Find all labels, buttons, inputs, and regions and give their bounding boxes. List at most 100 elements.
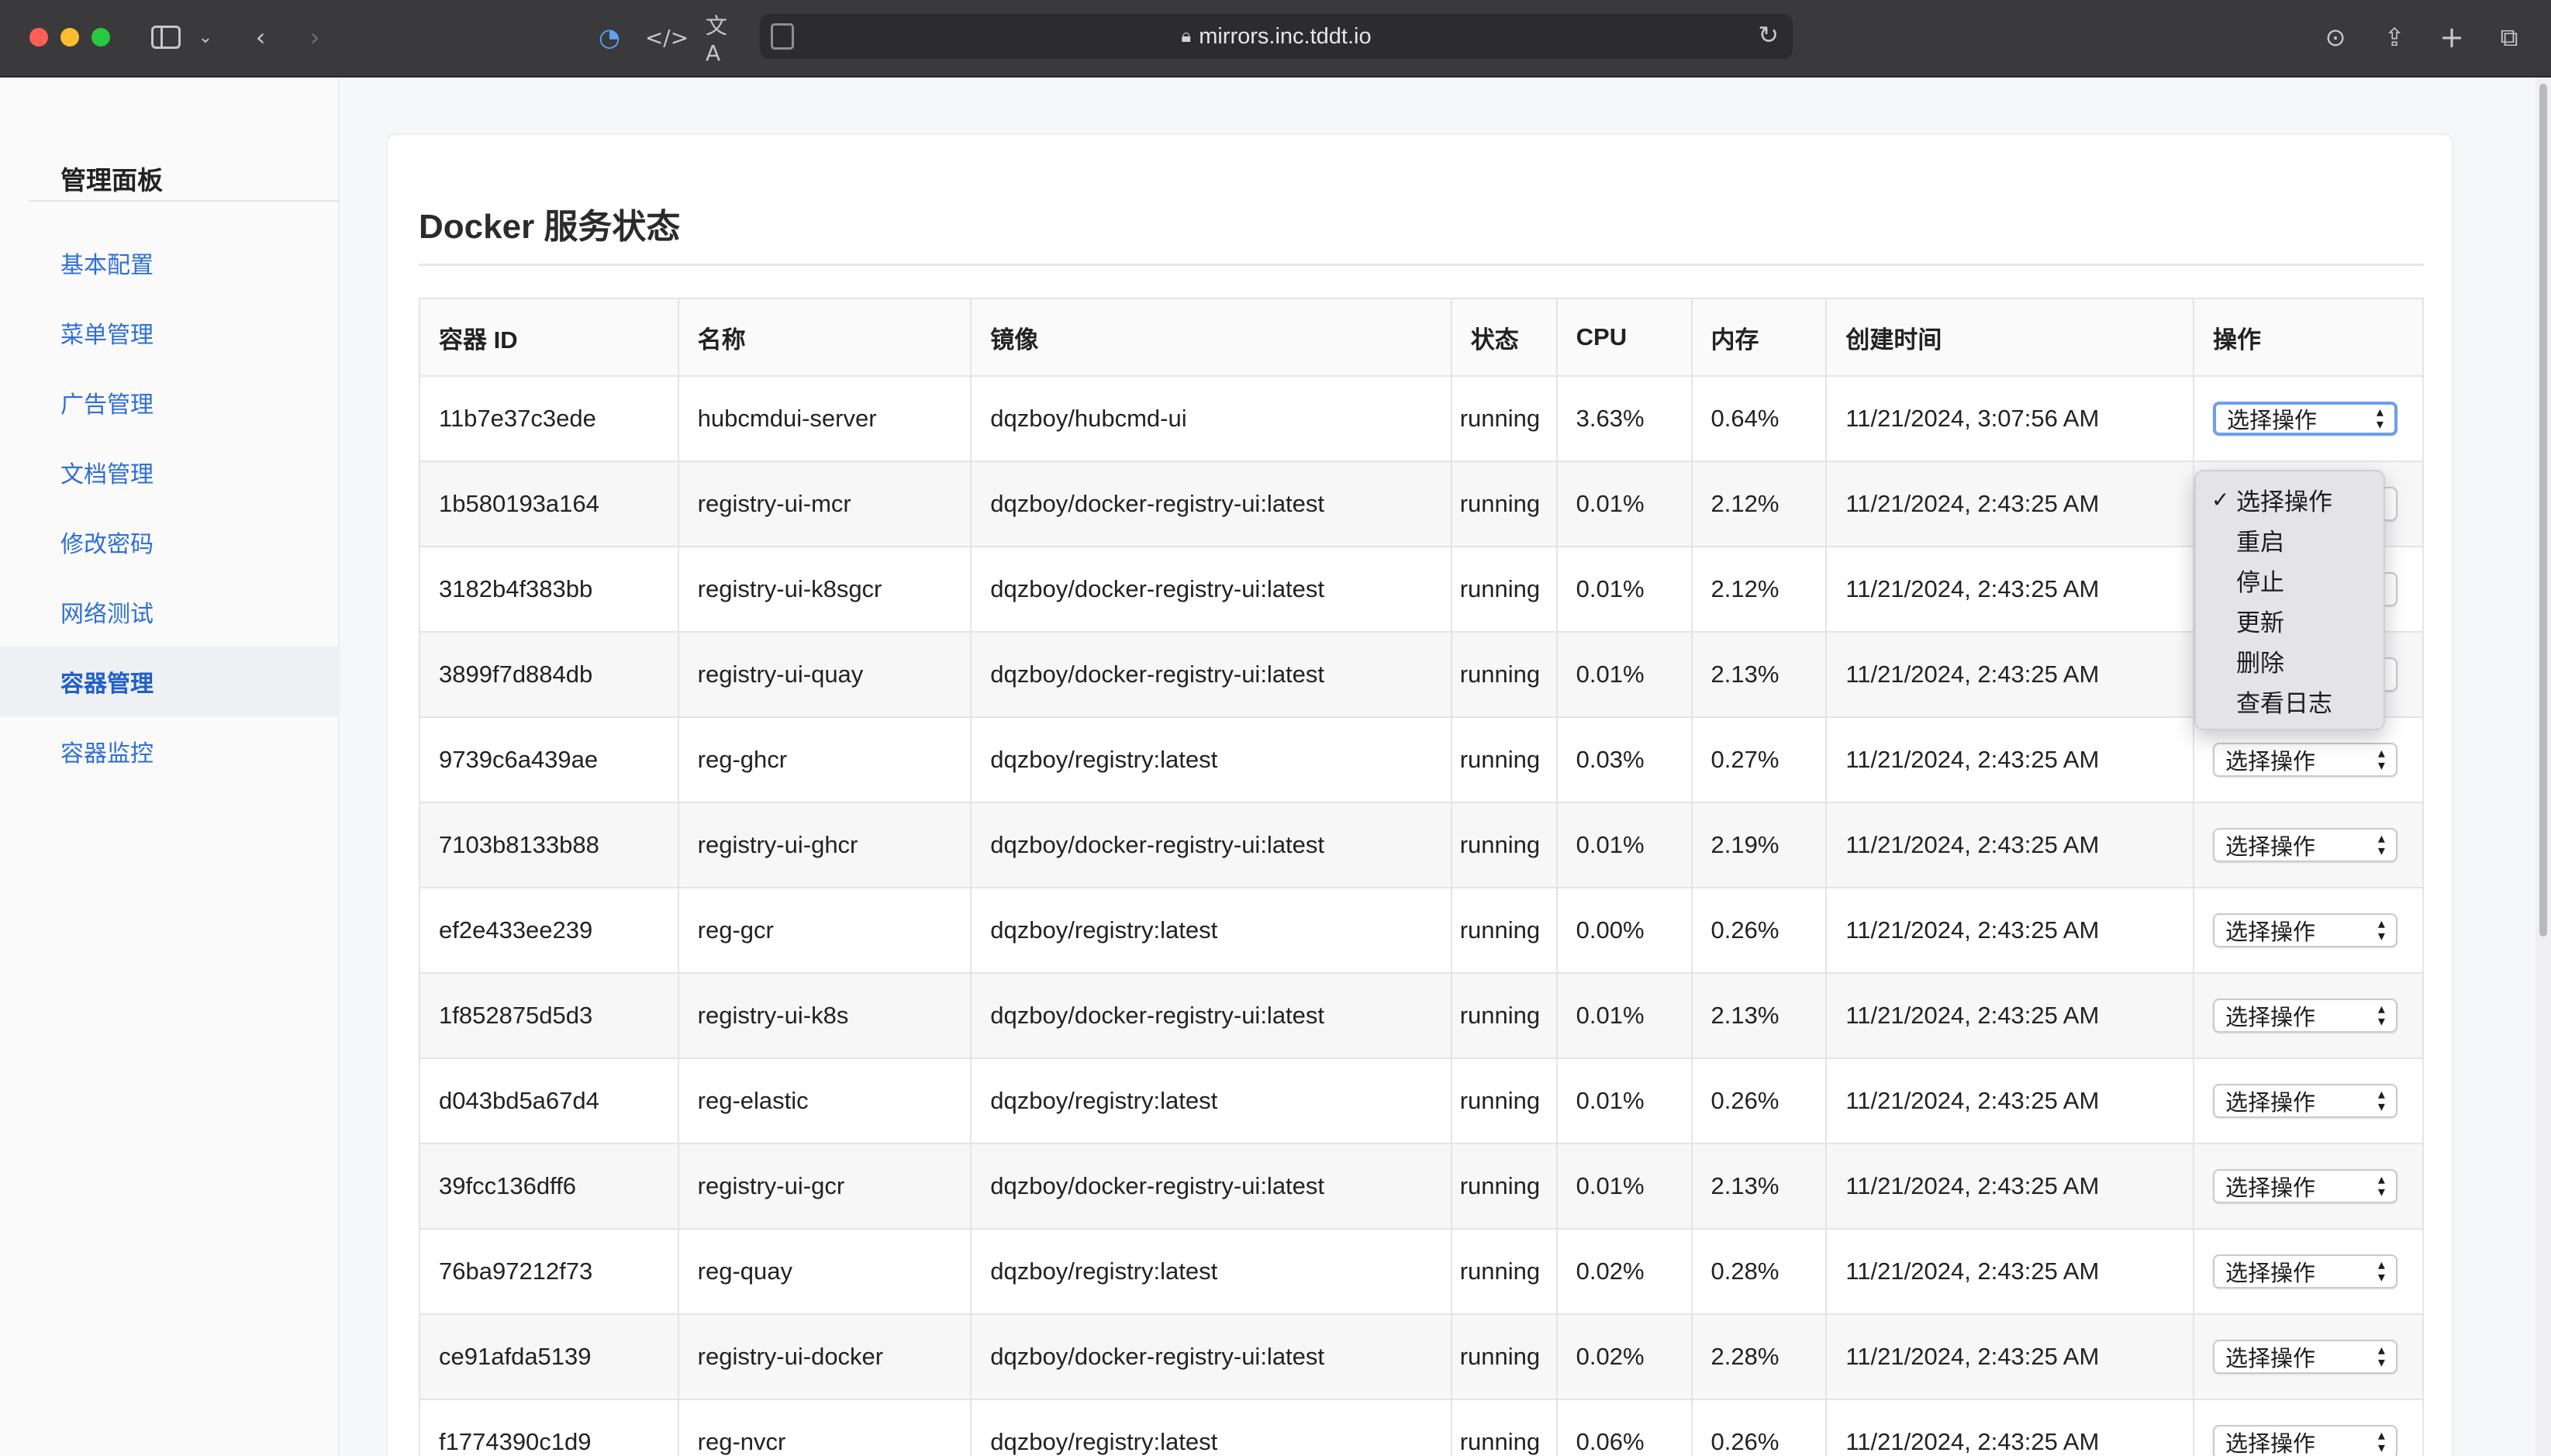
- name-cell: hubcmdui-server: [677, 375, 972, 462]
- select-arrows-icon: ▴▾: [2377, 745, 2385, 774]
- sidebar-item[interactable]: 网络测试: [0, 577, 340, 647]
- dropdown-option-label: 查看日志: [2236, 689, 2332, 717]
- name-cell: registry-ui-ghcr: [677, 802, 972, 888]
- dropdown-option-label: 停止: [2236, 568, 2284, 596]
- admin-sidebar: 管理面板 基本配置 菜单管理 广告管理 文档管理 修改密码 网络测试 容器管理 容器监控: [0, 78, 340, 1456]
- action-select[interactable]: 选择操作 ▴▾: [2212, 913, 2397, 947]
- image-cell: dqzboy/hubcmd-ui: [970, 375, 1452, 462]
- sidebar-item[interactable]: 基本配置: [0, 228, 340, 298]
- table-row: 3182b4f383bb registry-ui-k8sgcr dqzboy/doc…: [419, 546, 2425, 633]
- dropdown-option[interactable]: 重启: [2196, 519, 2384, 560]
- status-cell: running: [1450, 1399, 1558, 1456]
- sidebar-item[interactable]: 菜单管理: [0, 298, 340, 367]
- sidebar-item[interactable]: 文档管理: [0, 437, 340, 507]
- chevron-left-icon[interactable]: ‹: [247, 20, 274, 54]
- dropdown-option[interactable]: 删除: [2196, 640, 2384, 681]
- close-window-button[interactable]: [29, 28, 48, 47]
- sidebar-item[interactable]: 容器监控: [0, 716, 340, 786]
- checkmark-icon: ✓: [2211, 486, 2230, 512]
- action-select[interactable]: 选择操作 ▴▾: [2212, 743, 2397, 777]
- memory-cell: 0.26%: [1690, 1057, 1828, 1144]
- container-id-cell: ce91afda5139: [419, 1313, 679, 1400]
- dropdown-option[interactable]: ✓ 选择操作: [2196, 479, 2384, 519]
- table-row: 1b580193a164 registry-ui-mcr dqzboy/docker…: [419, 461, 2425, 547]
- image-cell: dqzboy/docker-registry-ui:latest: [970, 1143, 1452, 1230]
- sidebar-item[interactable]: 广告管理: [0, 367, 340, 437]
- select-arrows-icon: ▴▾: [2377, 1086, 2385, 1115]
- memory-cell: 2.28%: [1690, 1313, 1828, 1400]
- table-row: 3899f7d884db registry-ui-quay dqzboy/docke…: [419, 631, 2425, 718]
- name-cell: reg-nvcr: [677, 1399, 972, 1456]
- cpu-cell: 0.01%: [1555, 631, 1693, 718]
- actions-cell: 选择操作 ▴▾: [2192, 1399, 2425, 1456]
- action-select[interactable]: 选择操作 ▴▾: [2212, 1084, 2397, 1118]
- dropdown-option-label: 更新: [2236, 609, 2284, 637]
- actions-cell: 选择操作 ▴▾: [2192, 1143, 2425, 1230]
- name-cell: registry-ui-gcr: [677, 1143, 972, 1230]
- containers-table: 容器 ID 名称 镜像 状态 CPU 内存 创建时间 操作 11b7e37c3ede hubcm…: [419, 298, 2425, 1456]
- share-icon[interactable]: ⇪: [2377, 20, 2411, 54]
- url-text: mirrors.inc.tddt.io: [1199, 23, 1372, 49]
- action-select[interactable]: 选择操作 ▴▾: [2212, 1169, 2397, 1203]
- sidebar-item[interactable]: 修改密码: [0, 507, 340, 577]
- image-cell: dqzboy/registry:latest: [970, 1228, 1452, 1315]
- memory-cell: 2.13%: [1690, 631, 1828, 718]
- cpu-cell: 3.63%: [1555, 375, 1693, 462]
- translate-icon[interactable]: 文A: [706, 13, 740, 66]
- cpu-cell: 0.01%: [1555, 1057, 1693, 1144]
- action-select[interactable]: 选择操作 ▴▾: [2212, 999, 2397, 1033]
- lock-icon: 🔒︎: [1181, 26, 1192, 47]
- sidebar-icon[interactable]: [149, 20, 183, 54]
- chevron-right-icon[interactable]: ›: [301, 20, 329, 54]
- sidebar-item[interactable]: 容器管理: [0, 647, 340, 716]
- table-row: 9739c6a439ae reg-ghcr dqzboy/registry:late…: [419, 716, 2425, 803]
- plus-icon[interactable]: +: [2435, 20, 2469, 54]
- select-arrows-icon: ▴▾: [2377, 1001, 2385, 1030]
- cpu-cell: 0.02%: [1555, 1228, 1693, 1315]
- dropdown-option[interactable]: 查看日志: [2196, 681, 2384, 721]
- action-select[interactable]: 选择操作 ▴▾: [2212, 1254, 2397, 1289]
- created-cell: 11/21/2024, 2:43:25 AM: [1825, 802, 2194, 888]
- image-cell: dqzboy/registry:latest: [970, 716, 1452, 803]
- table-row: ef2e433ee239 reg-gcr dqzboy/registry:lates…: [419, 887, 2425, 974]
- sidebar-title: 管理面板: [60, 166, 163, 195]
- created-cell: 11/21/2024, 2:43:25 AM: [1825, 1313, 2194, 1400]
- action-select[interactable]: 选择操作 ▴▾: [2212, 402, 2397, 436]
- container-id-cell: 39fcc136dff6: [419, 1143, 679, 1230]
- actions-cell: 选择操作 ▴▾: [2192, 802, 2425, 888]
- code-icon[interactable]: </>: [645, 20, 689, 54]
- container-id-cell: 3182b4f383bb: [419, 546, 679, 633]
- dropdown-option[interactable]: 更新: [2196, 600, 2384, 640]
- action-select-label: 选择操作: [2225, 1091, 2315, 1116]
- container-id-cell: d043bd5a67d4: [419, 1057, 679, 1144]
- reader-icon[interactable]: [771, 23, 794, 50]
- action-select-label: 选择操作: [2225, 1432, 2315, 1456]
- status-cell: running: [1450, 887, 1558, 974]
- action-select-label: 选择操作: [2225, 1006, 2315, 1030]
- reload-icon[interactable]: ↻: [1758, 20, 1779, 50]
- tabs-overview-icon[interactable]: ⧉: [2492, 20, 2526, 54]
- page-scrollbar[interactable]: [2535, 78, 2551, 1456]
- address-bar[interactable]: 🔒︎ mirrors.inc.tddt.io ↻: [760, 14, 1793, 59]
- cpu-cell: 0.06%: [1555, 1399, 1693, 1456]
- download-icon[interactable]: ⊙: [2318, 20, 2353, 54]
- status-cell: running: [1450, 1057, 1558, 1144]
- shield-icon[interactable]: ◔: [592, 20, 627, 54]
- action-select[interactable]: 选择操作 ▴▾: [2212, 828, 2397, 862]
- table-row: 76ba97212f73 reg-quay dqzboy/registry:late…: [419, 1228, 2425, 1315]
- scrollbar-thumb[interactable]: [2539, 84, 2547, 937]
- name-cell: reg-elastic: [677, 1057, 972, 1144]
- action-select[interactable]: 选择操作 ▴▾: [2212, 1340, 2397, 1374]
- zoom-window-button[interactable]: [91, 28, 110, 47]
- cpu-cell: 0.01%: [1555, 1143, 1693, 1230]
- status-cell: running: [1450, 1228, 1558, 1315]
- dropdown-option-label: 删除: [2236, 649, 2284, 677]
- action-select[interactable]: 选择操作 ▴▾: [2212, 1425, 2397, 1456]
- dropdown-option[interactable]: 停止: [2196, 560, 2384, 600]
- actions-cell: 选择操作 ▴▾: [2192, 375, 2425, 462]
- minimize-window-button[interactable]: [60, 28, 79, 47]
- chevron-down-icon[interactable]: ⌄: [194, 20, 217, 54]
- image-cell: dqzboy/registry:latest: [970, 1399, 1452, 1456]
- name-cell: registry-ui-docker: [677, 1313, 972, 1400]
- name-cell: reg-gcr: [677, 887, 972, 974]
